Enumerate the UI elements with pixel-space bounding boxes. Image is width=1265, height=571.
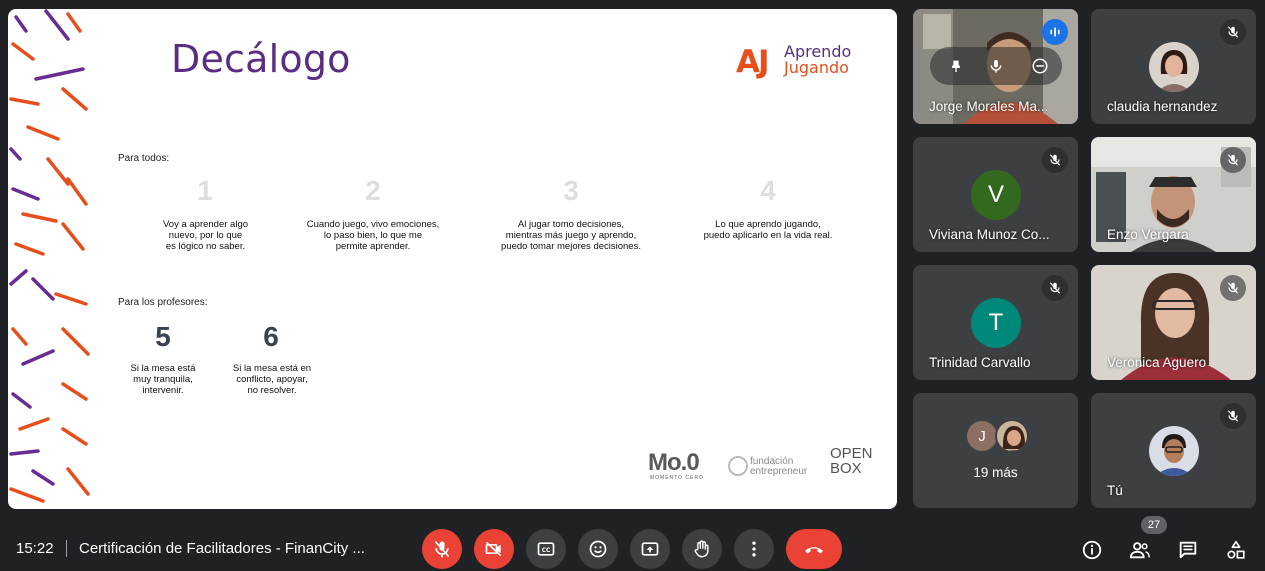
rule-number: 6	[263, 321, 279, 352]
presentation-slide: Decálogo AJ Aprendo Jugando Para todos: …	[8, 9, 897, 509]
participant-name: Enzo Vergara	[1107, 227, 1189, 242]
captions-button[interactable]: CC	[526, 529, 566, 569]
mic-off-icon	[434, 540, 450, 558]
more-participants-tile[interactable]: J 19 más	[913, 393, 1078, 508]
avatar	[995, 419, 1029, 453]
meeting-title: Certificación de Facilitadores - FinanCi…	[79, 540, 365, 557]
participant-name: Tú	[1107, 483, 1123, 498]
fundacion-entrepreneur-icon	[728, 456, 748, 476]
chat-button[interactable]	[1176, 538, 1200, 562]
mic-off-icon	[1220, 275, 1246, 301]
participant-tile[interactable]: claudia hernandez	[1091, 9, 1256, 124]
rule-text: Lo que aprendo jugando, puedo aplicarlo …	[703, 219, 833, 241]
rule-number: 2	[365, 175, 381, 206]
present-screen-icon	[641, 542, 659, 556]
more-options-button[interactable]	[734, 529, 774, 569]
avatar	[1149, 426, 1199, 476]
rule-number: 5	[155, 321, 171, 352]
self-tile[interactable]: Tú	[1091, 393, 1256, 508]
rule-number: 3	[563, 175, 579, 206]
info-icon	[1082, 540, 1102, 560]
avatar: J	[965, 419, 999, 453]
participant-tile[interactable]: Veronica Aguero	[1091, 265, 1256, 380]
bottom-toolbar: 15:22 Certificación de Facilitadores - F…	[0, 516, 1265, 571]
people-button[interactable]	[1128, 538, 1152, 562]
participant-tile[interactable]: T Trinidad Carvallo	[913, 265, 1078, 380]
participant-name: Veronica Aguero	[1107, 355, 1207, 370]
emoji-icon	[589, 540, 607, 558]
rule-number: 4	[760, 175, 776, 206]
avatar: V	[971, 170, 1021, 220]
leave-call-button[interactable]	[786, 529, 842, 569]
momento-cero-subtitle: MOMENTO CERO	[650, 475, 704, 481]
fe-line2: entrepreneur	[750, 466, 808, 477]
activities-button[interactable]	[1224, 538, 1248, 562]
brand-line2: Jugando	[784, 58, 849, 77]
participant-tile[interactable]: V Viviana Munoz Co...	[913, 137, 1078, 252]
participant-name: Jorge Morales Ma...	[929, 99, 1049, 114]
chat-icon	[1179, 541, 1197, 559]
openbox-logo: OPEN BOX	[830, 446, 873, 476]
fundacion-entrepreneur-logo: fundación entrepreneur	[750, 457, 807, 477]
ob-line1: OPEN	[830, 445, 873, 462]
remove-icon[interactable]	[1028, 54, 1052, 78]
reactions-button[interactable]	[578, 529, 618, 569]
avatar	[1149, 42, 1199, 92]
hand-icon	[694, 540, 709, 558]
speaking-indicator-icon	[1042, 19, 1068, 45]
svg-text:CC: CC	[542, 548, 551, 554]
rule-text: Si la mesa está en conflicto, apoyar, no…	[232, 363, 312, 396]
participant-name: Trinidad Carvallo	[929, 355, 1031, 370]
hang-up-icon	[805, 547, 823, 554]
ob-line2: BOX	[830, 460, 862, 477]
camera-toggle-button[interactable]	[474, 529, 514, 569]
participant-tile[interactable]: Enzo Vergara	[1091, 137, 1256, 252]
meet-window: Decálogo AJ Aprendo Jugando Para todos: …	[0, 0, 1265, 571]
rule-text: Voy a aprender algo nuevo, por lo que es…	[162, 219, 249, 252]
mic-icon[interactable]	[984, 54, 1008, 78]
slide-decoration	[9, 9, 90, 503]
brand-mark: AJ	[736, 44, 770, 80]
divider	[66, 540, 67, 557]
pin-icon[interactable]	[944, 54, 968, 78]
rule-number: 1	[197, 175, 213, 206]
mic-toggle-button[interactable]	[422, 529, 462, 569]
mic-off-icon	[1042, 275, 1068, 301]
more-vert-icon	[752, 541, 756, 557]
aprendo-jugando-logo: AJ Aprendo Jugando	[736, 43, 876, 83]
avatar: T	[971, 298, 1021, 348]
mic-off-icon	[1220, 403, 1246, 429]
mic-off-icon	[1220, 19, 1246, 45]
participant-tile[interactable]: Jorge Morales Ma...	[913, 9, 1078, 124]
mic-off-icon	[1042, 147, 1068, 173]
momento-cero-logo: Mo.0	[648, 449, 700, 476]
section-label-teachers: Para los profesores:	[118, 297, 208, 308]
participant-name: claudia hernandez	[1107, 99, 1218, 114]
tile-hover-controls	[930, 47, 1062, 85]
camera-off-icon	[485, 541, 502, 557]
activities-icon	[1227, 540, 1245, 559]
slide-title: Decálogo	[171, 37, 351, 81]
rule-text: Si la mesa está muy tranquila, interveni…	[130, 363, 196, 396]
people-icon	[1129, 542, 1150, 559]
section-label-all: Para todos:	[118, 153, 170, 164]
clock: 15:22	[16, 540, 54, 557]
rule-text: Cuando juego, vivo emociones, lo paso bi…	[306, 219, 440, 252]
more-participants-count: 19 más	[973, 465, 1018, 480]
meeting-details-button[interactable]	[1080, 538, 1104, 562]
mic-off-icon	[1220, 147, 1246, 173]
rule-text: Al jugar tomo decisiones, mientras más j…	[501, 219, 641, 252]
raise-hand-button[interactable]	[682, 529, 722, 569]
closed-captions-icon: CC	[537, 542, 555, 556]
present-button[interactable]	[630, 529, 670, 569]
people-count-badge: 27	[1141, 516, 1167, 534]
participant-name: Viviana Munoz Co...	[929, 227, 1050, 242]
